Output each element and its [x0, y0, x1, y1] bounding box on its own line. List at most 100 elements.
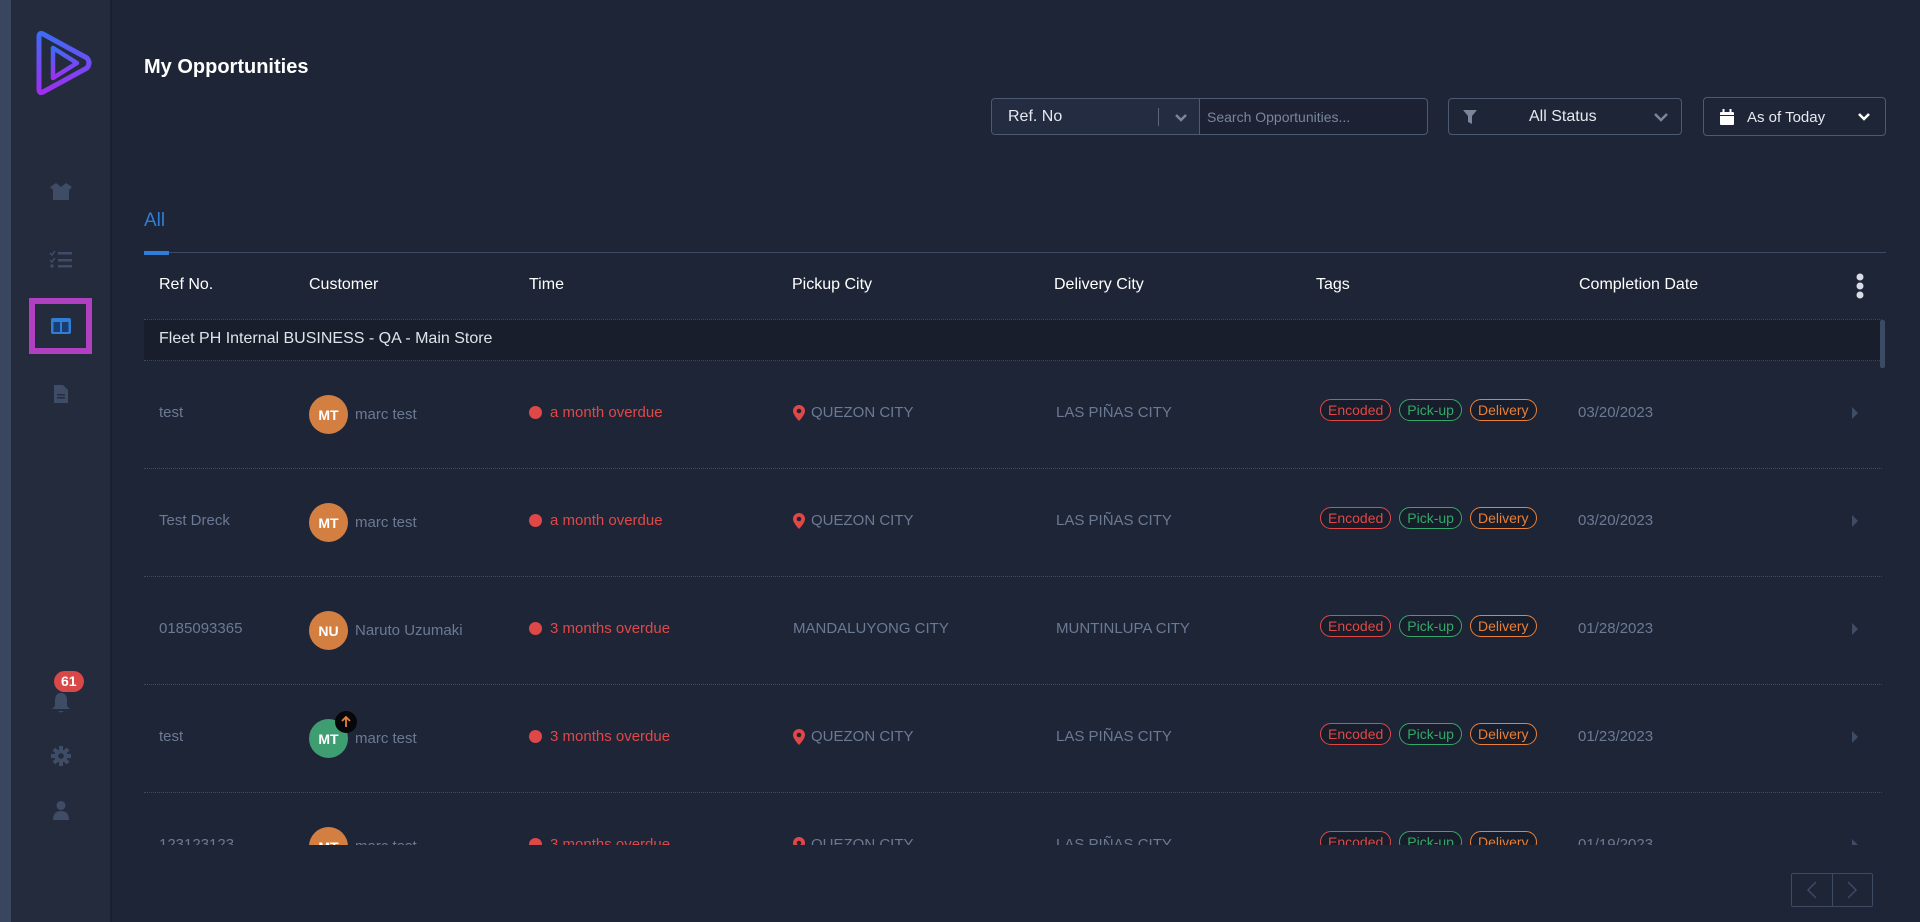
caret-right-icon[interactable]	[1851, 407, 1859, 419]
caret-right-icon[interactable]	[1851, 515, 1859, 527]
delivery-city: MUNTINLUPA CITY	[1056, 620, 1190, 637]
tag-delivery: Delivery	[1469, 615, 1537, 637]
sidebar-divider	[110, 0, 112, 922]
completion-date: 01/28/2023	[1578, 620, 1654, 637]
search-field-select-value: Ref. No	[1008, 107, 1063, 125]
table-row[interactable]: test MT marc test a month overdue QUEZON …	[144, 361, 1882, 469]
column-header-pickup-city[interactable]: Pickup City	[792, 276, 872, 294]
sidebar-item-tasks[interactable]	[29, 231, 92, 287]
tag-pickup: Pick-up	[1399, 507, 1462, 529]
customer-cell: MT marc test	[309, 503, 417, 542]
customer-name: marc test	[355, 406, 417, 423]
sidebar-item-packages[interactable]	[29, 164, 92, 220]
pickup-city-text: QUEZON CITY	[811, 404, 914, 421]
app-logo[interactable]	[35, 28, 93, 98]
sidebar-item-settings[interactable]	[29, 728, 92, 784]
customer-cell: NU Naruto Uzumaki	[309, 611, 463, 650]
tags-cell: Encoded Pick-up Delivery	[1320, 723, 1537, 745]
pickup-city: MANDALUYONG CITY	[793, 620, 949, 637]
overdue-dot-icon	[529, 514, 542, 527]
avatar: MT	[309, 395, 348, 434]
caret-right-icon[interactable]	[1851, 731, 1859, 743]
filter-icon	[1463, 110, 1477, 124]
status-filter-value: All Status	[1529, 108, 1597, 125]
customer-name: marc test	[355, 838, 417, 845]
avatar: MT	[309, 827, 348, 845]
map-pin-icon	[793, 404, 805, 421]
tags-cell: Encoded Pick-up Delivery	[1320, 615, 1537, 637]
search-input[interactable]	[1200, 99, 1427, 134]
chevron-down-icon	[1654, 113, 1668, 122]
tags-cell: Encoded Pick-up Delivery	[1320, 507, 1537, 529]
table-row[interactable]: 123123123 MT marc test 3 months overdue Q…	[144, 793, 1882, 845]
column-header-completion-date[interactable]: Completion Date	[1579, 276, 1698, 294]
search-field-select[interactable]: Ref. No	[992, 99, 1200, 134]
date-filter-dropdown[interactable]: As of Today	[1703, 97, 1886, 136]
delivery-city: LAS PIÑAS CITY	[1056, 512, 1172, 529]
customer-cell: MT marc test	[309, 711, 417, 758]
table-row[interactable]: Test Dreck MT marc test a month overdue Q…	[144, 469, 1882, 577]
time-text: a month overdue	[550, 404, 663, 421]
column-header-customer[interactable]: Customer	[309, 276, 378, 294]
tag-delivery: Delivery	[1469, 723, 1537, 745]
caret-right-icon[interactable]	[1851, 839, 1859, 845]
tag-delivery: Delivery	[1469, 507, 1537, 529]
overdue-dot-icon	[529, 622, 542, 635]
avatar-initials: MT	[318, 406, 339, 423]
delivery-city: LAS PIÑAS CITY	[1056, 728, 1172, 745]
time-status: 3 months overdue	[529, 836, 670, 845]
chevron-left-icon	[1806, 881, 1817, 899]
table-row[interactable]: test MT marc test 3 months overdue QUEZON…	[144, 685, 1882, 793]
customer-name: Naruto Uzumaki	[355, 622, 463, 639]
prev-page-button[interactable]	[1792, 874, 1832, 906]
map-pin-icon	[793, 836, 805, 845]
pickup-city-text: MANDALUYONG CITY	[793, 620, 949, 637]
delivery-city: LAS PIÑAS CITY	[1056, 404, 1172, 421]
column-header-time[interactable]: Time	[529, 276, 564, 294]
tab-bar: All	[144, 200, 1886, 255]
sidebar-item-profile[interactable]	[29, 782, 92, 838]
time-text: 3 months overdue	[550, 728, 671, 745]
avatar: MT	[309, 711, 357, 758]
arrow-up-icon	[341, 716, 351, 727]
tag-encoded: Encoded	[1320, 507, 1392, 529]
group-header-row: Fleet PH Internal BUSINESS - QA - Main S…	[144, 319, 1882, 361]
priority-up-badge	[335, 711, 357, 733]
completion-date: 01/19/2023	[1578, 836, 1654, 845]
window-edge	[0, 0, 11, 922]
time-status: a month overdue	[529, 512, 663, 529]
tag-delivery: Delivery	[1469, 399, 1537, 421]
table-body: test MT marc test a month overdue QUEZON …	[144, 361, 1882, 845]
map-pin-icon	[793, 512, 805, 529]
bell-icon	[51, 693, 70, 713]
chevron-right-icon	[1847, 881, 1858, 899]
avatar: NU	[309, 611, 348, 650]
completion-date: 03/20/2023	[1578, 512, 1654, 529]
table-row[interactable]: 0185093365 NU Naruto Uzumaki 3 months ov…	[144, 577, 1882, 685]
date-filter-value: As of Today	[1747, 109, 1826, 126]
sidebar-item-documents[interactable]	[29, 366, 92, 422]
ref-no: test	[159, 728, 184, 745]
overdue-dot-icon	[529, 406, 542, 419]
app-root: 61 My Opportunities Ref. No All Status A…	[0, 0, 1920, 922]
completion-date: 03/20/2023	[1578, 404, 1654, 421]
time-text: a month overdue	[550, 512, 663, 529]
pickup-city: QUEZON CITY	[793, 836, 914, 845]
tab-all[interactable]: All	[144, 210, 169, 255]
user-icon	[52, 801, 69, 820]
column-header-delivery-city[interactable]: Delivery City	[1054, 276, 1144, 294]
select-separator	[1158, 108, 1159, 126]
pickup-city: QUEZON CITY	[793, 512, 914, 529]
caret-right-icon[interactable]	[1851, 623, 1859, 635]
ref-no: 123123123	[159, 836, 235, 845]
sidebar-item-opportunities[interactable]	[29, 298, 92, 354]
column-header-tags[interactable]: Tags	[1316, 276, 1350, 294]
search-group: Ref. No	[991, 98, 1428, 135]
customer-cell: MT marc test	[309, 395, 417, 434]
status-filter-dropdown[interactable]: All Status	[1448, 98, 1682, 135]
more-options-icon[interactable]	[1856, 273, 1864, 299]
next-page-button[interactable]	[1831, 874, 1873, 906]
avatar-initials: MT	[318, 839, 338, 846]
column-header-ref-no[interactable]: Ref No.	[159, 276, 213, 294]
pickup-city-text: QUEZON CITY	[811, 512, 914, 529]
